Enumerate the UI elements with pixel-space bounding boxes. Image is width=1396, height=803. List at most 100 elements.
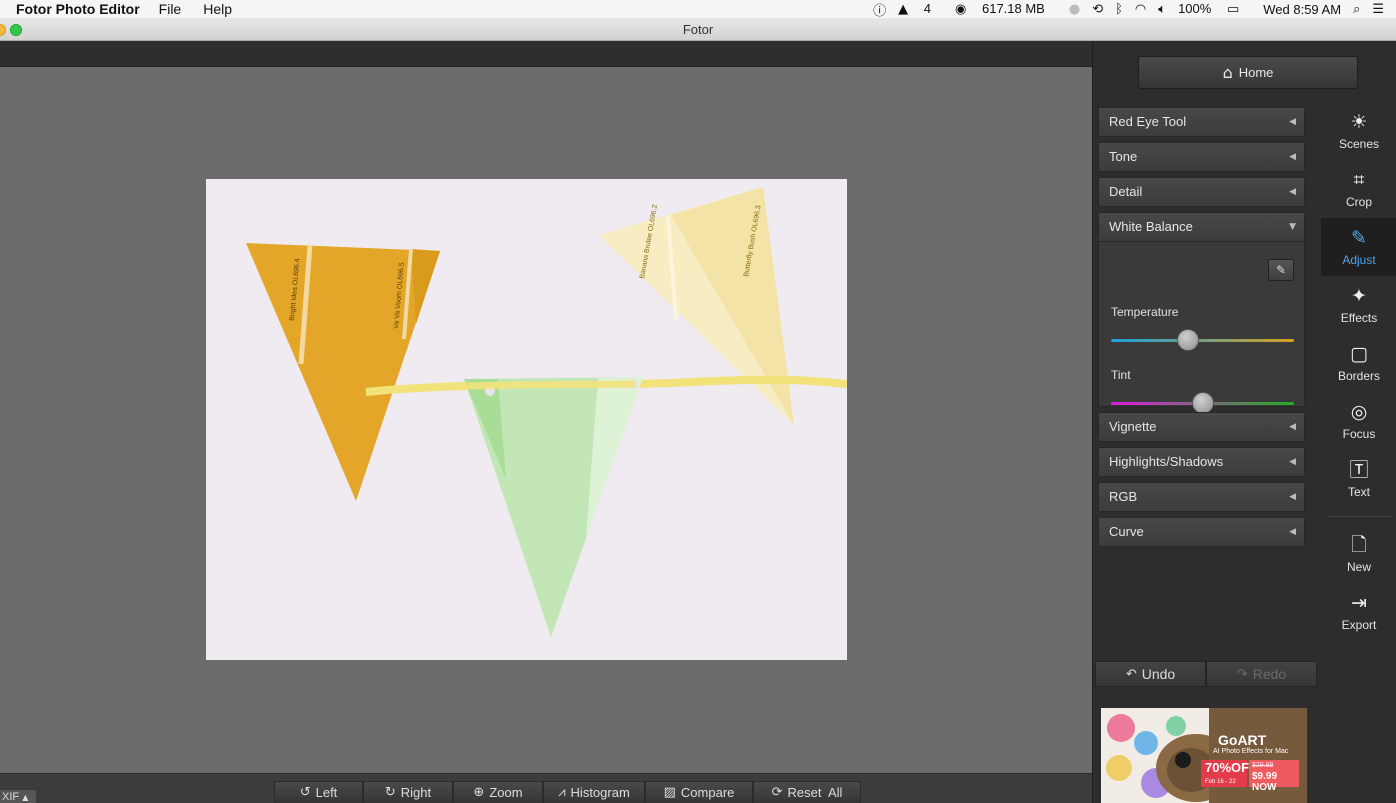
tool-crop[interactable]: ⌗ Crop — [1321, 160, 1396, 218]
section-label: RGB — [1109, 489, 1138, 504]
undo-label: Undo — [1141, 666, 1176, 682]
eyedropper-icon: ✎ — [1275, 263, 1287, 277]
clock[interactable]: Wed 8:59 AM — [1263, 2, 1341, 17]
photo[interactable]: Bright Idea OL696.4 Va Va Voom OL696.5 B… — [206, 179, 847, 660]
zoom-icon: ⊕ — [473, 785, 485, 800]
tool-focus[interactable]: ◎ Focus — [1321, 392, 1396, 450]
zoom-label: Zoom — [489, 785, 523, 800]
tool-borders[interactable]: ▢ Borders — [1321, 334, 1396, 392]
section-label: Highlights/Shadows — [1109, 454, 1224, 469]
reset-icon: ⟳ — [771, 785, 783, 800]
undo-icon: ↶ — [1125, 666, 1137, 682]
compare-label: Compare — [680, 785, 735, 800]
home-button[interactable]: ⌂ Home — [1138, 56, 1358, 89]
section-label: White Balance — [1109, 219, 1193, 234]
tool-adjust[interactable]: ✎ Adjust — [1321, 218, 1396, 276]
tool-scenes[interactable]: ☀ Scenes — [1321, 102, 1396, 160]
window-title-bar: Fotor — [0, 18, 1396, 41]
wifi-icon[interactable]: ◠ — [1135, 2, 1146, 17]
collapse-arrow-icon: ◀ — [1289, 492, 1296, 502]
section-highlights-shadows[interactable]: Highlights/Shadows ◀ — [1098, 447, 1305, 477]
tool-label: Effects — [1340, 310, 1378, 325]
new-document-icon: 🗋︎ — [1351, 533, 1367, 556]
undo-redo-group: ↶ Undo ↷ Redo — [1095, 661, 1317, 687]
menu-bar: Fotor Photo Editor File Help ⓘ ▲ 4 ◉ 617… — [0, 0, 1396, 19]
home-icon: ⌂ — [1222, 63, 1233, 82]
collapse-arrow-icon: ◀ — [1289, 527, 1296, 537]
sun-icon: ☀ — [1350, 110, 1368, 133]
tool-sidebar: ☀ Scenes ⌗ Crop ✎ Adjust ✦ Effects ▢ Borders … — [1321, 102, 1396, 641]
bottom-toolbar: XIF ▲ ↺ Left ↻ Right ⊕ Zoom ⩘ Histogram ▨ Com… — [0, 773, 1092, 803]
battery-percent: 100% — [1178, 1, 1212, 16]
reset-all-label: Reset All — [787, 785, 843, 800]
compare-icon: ▨ — [663, 785, 676, 800]
eyedropper-button[interactable]: ✎ — [1268, 259, 1294, 281]
section-label: Red Eye Tool — [1109, 114, 1187, 129]
adobe-icon: ▲ — [898, 2, 909, 17]
rotate-left-label: Left — [315, 785, 338, 800]
collapse-arrow-icon: ◀ — [1289, 152, 1296, 162]
time-machine-icon[interactable]: ⟲ — [1092, 2, 1103, 17]
memory-status[interactable]: ◉ 617.18 MB — [955, 1, 1057, 17]
bluetooth-icon[interactable]: ᛒ — [1115, 2, 1123, 17]
volume-icon[interactable]: 🔈︎ — [1158, 2, 1166, 17]
crop-icon: ⌗ — [1353, 168, 1365, 191]
undo-button[interactable]: ↶ Undo — [1095, 661, 1206, 687]
sparkles-icon: ✦ — [1351, 284, 1367, 307]
section-detail[interactable]: Detail ◀ — [1098, 177, 1305, 207]
spotlight-icon[interactable]: ⌕ — [1353, 2, 1360, 17]
section-white-balance[interactable]: White Balance ▼ — [1098, 212, 1305, 242]
dot-icon[interactable]: ● — [1069, 2, 1080, 17]
expand-arrow-icon: ▼ — [1289, 222, 1296, 232]
temperature-slider-knob[interactable] — [1176, 329, 1199, 351]
zoom-button[interactable] — [10, 24, 22, 36]
tool-label: Crop — [1345, 194, 1372, 209]
tool-export[interactable]: ⇥ Export — [1321, 583, 1396, 641]
collapse-arrow-icon: ◀ — [1289, 422, 1296, 432]
battery-status[interactable]: 100% ▭ — [1178, 1, 1251, 17]
adobe-status[interactable]: ▲ 4 — [898, 1, 943, 17]
tool-divider — [1327, 516, 1391, 517]
tool-label: Borders — [1337, 368, 1381, 383]
ad-new-price: $9.99 NOW — [1252, 771, 1278, 793]
redo-button[interactable]: ↷ Redo — [1206, 661, 1317, 687]
canvas-area[interactable]: Bright Idea OL696.4 Va Va Voom OL696.5 B… — [0, 67, 1092, 773]
minimize-button[interactable] — [0, 24, 6, 36]
tool-new[interactable]: 🗋︎ New — [1321, 525, 1396, 583]
tool-effects[interactable]: ✦ Effects — [1321, 276, 1396, 334]
rotate-left-button[interactable]: ↺ Left — [274, 781, 363, 803]
section-vignette[interactable]: Vignette ◀ — [1098, 412, 1305, 442]
reset-all-button[interactable]: ⟳ Reset All — [753, 781, 861, 803]
redo-label: Redo — [1252, 666, 1287, 682]
section-red-eye-tool[interactable]: Red Eye Tool ◀ — [1098, 107, 1305, 137]
zoom-button[interactable]: ⊕ Zoom — [453, 781, 543, 803]
rotate-right-label: Right — [400, 785, 432, 800]
section-tone[interactable]: Tone ◀ — [1098, 142, 1305, 172]
tool-text[interactable]: 🅃︎ Text — [1321, 450, 1396, 508]
rotate-right-button[interactable]: ↻ Right — [363, 781, 453, 803]
export-icon: ⇥ — [1351, 591, 1367, 614]
adobe-count: 4 — [923, 1, 932, 16]
section-label: Tone — [1109, 149, 1138, 164]
histogram-button[interactable]: ⩘ Histogram — [543, 781, 645, 803]
section-rgb[interactable]: RGB ◀ — [1098, 482, 1305, 512]
section-curve[interactable]: Curve ◀ — [1098, 517, 1305, 547]
tool-label: Adjust — [1342, 252, 1376, 267]
compare-button[interactable]: ▨ Compare — [645, 781, 753, 803]
app-menu[interactable]: Fotor Photo Editor — [16, 1, 140, 17]
focus-target-icon: ◎ — [1350, 400, 1368, 423]
histogram-icon: ⩘ — [558, 785, 566, 800]
ad-old-price: $29.99 — [1252, 762, 1274, 769]
frame-icon: ▢ — [1350, 342, 1368, 365]
exif-label: XIF — [2, 791, 20, 803]
file-menu[interactable]: File — [159, 1, 182, 17]
battery-icon: ▭ — [1226, 2, 1240, 17]
info-icon[interactable]: ⓘ — [873, 0, 886, 19]
temperature-slider[interactable] — [1111, 339, 1294, 342]
notification-center-icon[interactable]: ☰ — [1372, 2, 1384, 17]
help-menu[interactable]: Help — [203, 1, 232, 17]
tint-slider-knob[interactable] — [1191, 392, 1214, 414]
section-label: Curve — [1109, 524, 1144, 539]
exif-toggle[interactable]: XIF ▲ — [0, 790, 36, 803]
goart-ad-banner[interactable]: GoART AI Photo Effects for Mac 70%OFF Fe… — [1101, 708, 1307, 803]
